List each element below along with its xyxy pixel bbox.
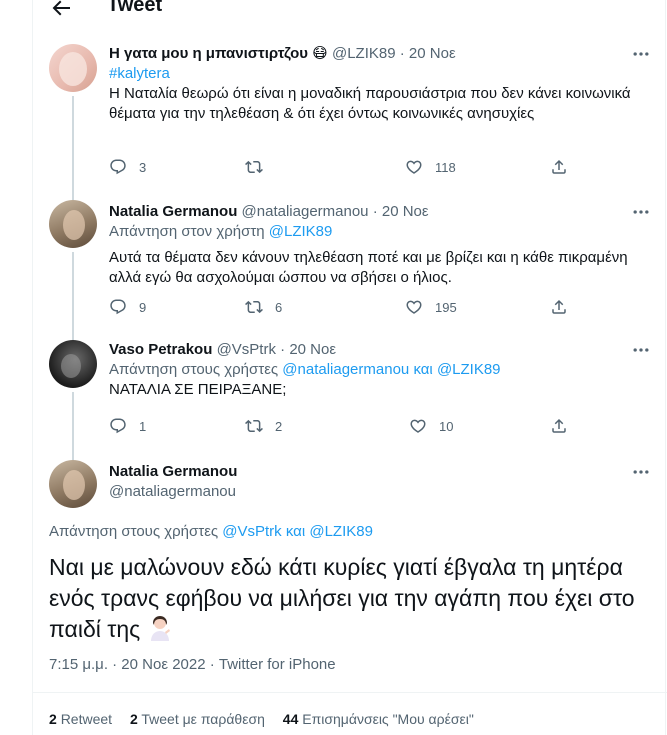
author-handle[interactable]: @LZIK89 xyxy=(332,45,396,62)
tweet-meta: Natalia Germanou @nataliagermanou · 20 Ν… xyxy=(109,203,429,220)
like-count: 118 xyxy=(435,159,456,175)
avatar[interactable] xyxy=(49,44,97,92)
reply-button[interactable]: 1 xyxy=(109,417,146,435)
back-arrow-icon[interactable] xyxy=(49,0,73,20)
reply-context: Απάντηση στους χρήστες @nataliagermanou … xyxy=(109,361,501,378)
retweet-count: 6 xyxy=(275,299,283,315)
avatar[interactable] xyxy=(49,340,97,388)
mask-emoji-icon: 😷 xyxy=(312,45,328,62)
author-name[interactable]: Η γατα μου η μπανιστιρτζου xyxy=(109,45,308,62)
reply-tweet-1[interactable]: Η γατα μου η μπανιστιρτζου 😷 @LZIK89 · 2… xyxy=(33,28,667,200)
retweets-stat[interactable]: 2 Retweet xyxy=(49,711,112,727)
share-icon xyxy=(552,159,566,174)
tweet-actions: 3 118 xyxy=(109,158,566,178)
retweet-button[interactable] xyxy=(245,158,275,176)
reply-count: 1 xyxy=(139,418,147,434)
author-name[interactable]: Natalia Germanou xyxy=(109,203,237,220)
engagement-stats: 2 Retweet 2 Tweet με παράθεση 44 Επισημά… xyxy=(49,711,488,727)
quote-tweets-stat[interactable]: 2 Tweet με παράθεση xyxy=(130,711,265,727)
main-tweet-text: Ναι με μαλώνουν εδώ κάτι κυρίες γιατί έβ… xyxy=(49,554,635,642)
share-icon xyxy=(552,418,566,433)
reply-button[interactable]: 3 xyxy=(109,158,146,176)
author-handle[interactable]: @nataliagermanou xyxy=(242,203,369,220)
retweet-button[interactable]: 6 xyxy=(245,298,282,316)
retweet-icon xyxy=(245,160,263,174)
tweet-text: ΝΑΤΑΛΙΑ ΣΕ ΠΕΙΡΑΞΑΝΕ; xyxy=(109,381,287,398)
reply-context: Απάντηση στους χρήστες @VsPtrk και @LZIK… xyxy=(49,523,373,540)
author-block: Natalia Germanou @nataliagermanou xyxy=(109,462,651,502)
more-options-icon[interactable] xyxy=(631,202,651,222)
reply-mention-link[interactable]: @LZIK89 xyxy=(269,223,333,240)
reply-mention-link[interactable]: @nataliagermanou xyxy=(282,361,409,378)
avatar[interactable] xyxy=(49,200,97,248)
divider xyxy=(33,692,667,693)
reply-icon xyxy=(110,418,126,434)
reply-context: Απάντηση στον χρήστη @LZIK89 xyxy=(109,223,333,240)
tweet-date[interactable]: 20 Νοε xyxy=(409,45,456,62)
heart-icon xyxy=(406,160,422,174)
share-button[interactable] xyxy=(550,298,580,316)
like-button[interactable]: 195 xyxy=(405,298,457,316)
author-name[interactable]: Natalia Germanou xyxy=(109,462,651,482)
share-icon xyxy=(552,299,566,314)
tweet-meta: Η γατα μου η μπανιστιρτζου 😷 @LZIK89 · 2… xyxy=(109,45,456,62)
hashtag-link[interactable]: #kalytera xyxy=(109,64,651,84)
retweet-icon xyxy=(245,300,263,314)
reply-button[interactable]: 9 xyxy=(109,298,146,316)
retweet-icon xyxy=(245,419,263,433)
tweet-actions: 9 6 195 xyxy=(109,298,566,318)
tweet-date[interactable]: 20 Νοε xyxy=(289,341,336,358)
tweet-text: Αυτά τα θέματα δεν κάνουν τηλεθέαση ποτέ… xyxy=(109,249,628,286)
reply-mention-link[interactable]: @LZIK89 xyxy=(309,523,373,540)
reply-tweet-3[interactable]: Vaso Petrakou @VsPtrk · 20 Νοε Απάντηση … xyxy=(33,328,667,464)
tweet-date[interactable]: 20 Νοε xyxy=(382,203,429,220)
reply-tweet-2[interactable]: Natalia Germanou @nataliagermanou · 20 Ν… xyxy=(33,188,667,340)
tweet-actions: 1 2 10 xyxy=(109,417,566,437)
tweet-body: Natalia Germanou @nataliagermanou · 20 Ν… xyxy=(109,202,651,288)
reply-count: 3 xyxy=(139,159,147,175)
share-button[interactable] xyxy=(550,158,580,176)
heart-icon xyxy=(410,419,426,433)
more-options-icon[interactable] xyxy=(631,462,651,482)
tweet-body: Vaso Petrakou @VsPtrk · 20 Νοε Απάντηση … xyxy=(109,340,651,400)
reply-icon xyxy=(110,159,126,175)
reply-mention-link[interactable]: @VsPtrk xyxy=(222,523,281,540)
retweet-count: 2 xyxy=(275,418,283,434)
tweet-body: Η γατα μου η μπανιστιρτζου 😷 @LZIK89 · 2… xyxy=(109,44,651,124)
retweet-button[interactable]: 2 xyxy=(245,417,282,435)
heart-icon xyxy=(406,300,422,314)
reply-count: 9 xyxy=(139,299,147,315)
thread-line xyxy=(72,252,74,340)
thread-line xyxy=(72,96,74,200)
tweet-column: Tweet Η γατα μου η μπανιστιρτζου 😷 @LZIK… xyxy=(32,0,667,735)
more-options-icon[interactable] xyxy=(631,44,651,64)
reply-mention-link[interactable]: @LZIK89 xyxy=(437,361,501,378)
page-title: Tweet xyxy=(107,0,163,16)
author-name[interactable]: Vaso Petrakou xyxy=(109,341,212,358)
share-button[interactable] xyxy=(550,417,580,435)
woman-tipping-hand-emoji-icon xyxy=(150,616,170,641)
like-button[interactable]: 118 xyxy=(405,158,456,176)
like-count: 10 xyxy=(439,418,454,434)
likes-stat[interactable]: 44 Επισημάνσεις "Μου αρέσει" xyxy=(283,711,474,727)
reply-icon xyxy=(110,299,126,315)
tweet-text: Η Ναταλία θεωρώ ότι είναι η μοναδική παρ… xyxy=(109,85,631,122)
header: Tweet xyxy=(33,0,667,28)
author-handle[interactable]: @VsPtrk xyxy=(217,341,276,358)
tweet-timestamp[interactable]: 7:15 μ.μ. · 20 Νοε 2022 · Twitter for iP… xyxy=(49,656,336,673)
author-handle[interactable]: @nataliagermanou xyxy=(109,482,651,502)
like-button[interactable]: 10 xyxy=(409,417,453,435)
like-count: 195 xyxy=(435,299,457,315)
tweet-meta: Vaso Petrakou @VsPtrk · 20 Νοε xyxy=(109,341,337,358)
more-options-icon[interactable] xyxy=(631,340,651,360)
avatar[interactable] xyxy=(49,460,97,508)
